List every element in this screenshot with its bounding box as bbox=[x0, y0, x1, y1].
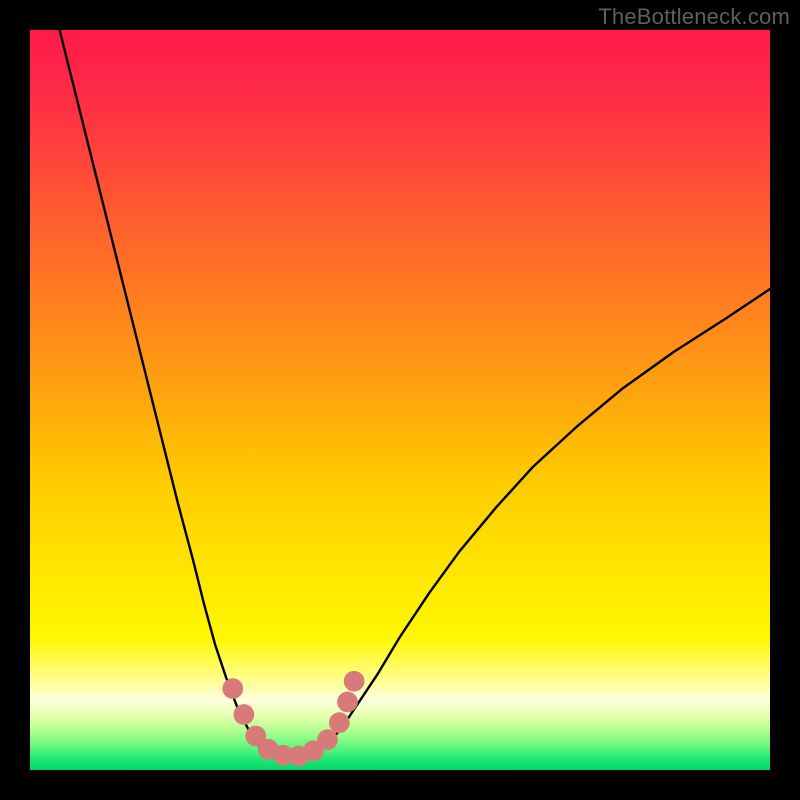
data-marker bbox=[344, 671, 365, 692]
data-marker bbox=[329, 712, 350, 733]
data-marker bbox=[337, 692, 358, 713]
chart-frame: TheBottleneck.com bbox=[0, 0, 800, 800]
watermark-text: TheBottleneck.com bbox=[598, 4, 790, 30]
data-marker bbox=[234, 704, 255, 725]
data-marker bbox=[317, 729, 338, 750]
data-markers bbox=[30, 30, 770, 770]
data-marker bbox=[222, 678, 243, 699]
plot-area bbox=[30, 30, 770, 770]
